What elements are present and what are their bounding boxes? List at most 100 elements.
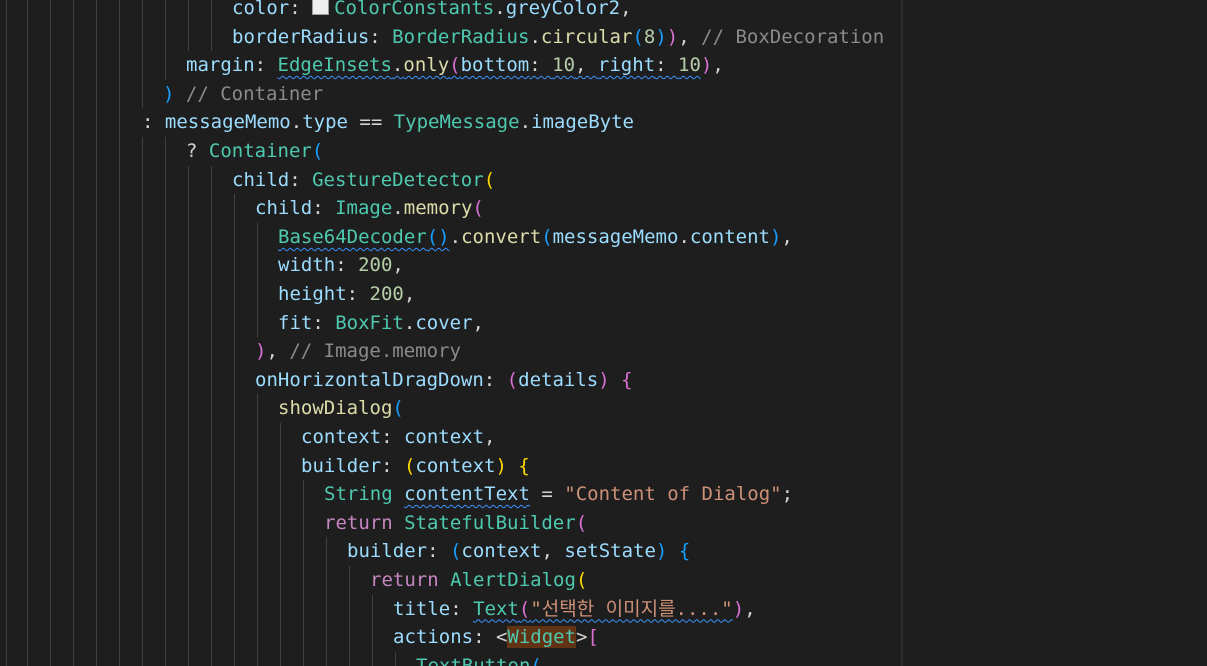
code-line[interactable]: ), // Image.memory (255, 337, 461, 366)
indent-guide (142, 423, 143, 452)
code-line[interactable]: child: GestureDetector( (232, 166, 495, 195)
code-token: . (678, 225, 690, 248)
indent-guide (211, 537, 212, 566)
code-token: child (255, 197, 313, 220)
code-token: : (655, 54, 678, 77)
indent-guide (257, 222, 258, 252)
indent-guide (119, 508, 120, 538)
indent-guide (73, 165, 74, 195)
indent-guide (211, 423, 212, 452)
color-swatch-icon[interactable] (312, 0, 330, 15)
code-token: ( (403, 454, 416, 477)
code-line[interactable]: return AlertDialog( (370, 566, 587, 595)
indent-guide (165, 623, 166, 652)
code-token: . (529, 25, 541, 48)
indent-guide (50, 280, 51, 309)
code-line[interactable]: String contentText = "Content of Dialog"… (324, 480, 793, 509)
code-token: return (370, 569, 439, 591)
indent-guide (280, 566, 281, 595)
indent-guide (27, 137, 28, 166)
code-line[interactable]: margin: EdgeInsets.only(bottom: 10, righ… (186, 51, 724, 80)
code-token: ( (472, 197, 484, 220)
code-line[interactable]: builder: (context) { (301, 452, 530, 481)
code-line[interactable]: Base64Decoder().convert(messageMemo.cont… (278, 223, 793, 252)
indent-guide (27, 365, 28, 395)
indent-guide (234, 480, 235, 509)
indent-guide (165, 22, 166, 52)
indent-guide (211, 222, 212, 252)
indent-guide (50, 222, 51, 252)
indent-guide (142, 623, 143, 652)
indent-guide (234, 251, 235, 280)
code-line[interactable]: ? Container( (186, 137, 323, 166)
code-line[interactable]: borderRadius: BorderRadius.circular(8)),… (232, 23, 884, 52)
indent-guide (234, 508, 235, 538)
code-token: ColorConstants (334, 0, 495, 19)
indent-guide (303, 480, 304, 509)
indent-guide (142, 594, 143, 624)
indent-guide (50, 337, 51, 366)
indent-guide (211, 194, 212, 223)
code-line[interactable]: builder: (context, setState) { (347, 537, 690, 566)
indent-guide (96, 623, 97, 652)
code-line[interactable]: ) // Container (163, 80, 323, 109)
indent-guide (27, 594, 28, 624)
code-editor[interactable]: color: ColorConstants.greyColor2, borderR… (0, 0, 1207, 666)
code-line[interactable]: showDialog( (278, 394, 404, 423)
indent-guide (96, 451, 97, 481)
indent-guide (372, 623, 373, 652)
code-token: builder (301, 454, 382, 477)
code-line[interactable]: height: 200, (278, 280, 415, 309)
indent-guide (257, 251, 258, 280)
indent-guide (211, 22, 212, 52)
indent-guide (119, 79, 120, 109)
code-token: "선택한 이미지를...." (530, 597, 733, 620)
indent-guide (211, 594, 212, 624)
indent-guide (73, 423, 74, 452)
code-line[interactable]: fit: BoxFit.cover, (278, 309, 484, 338)
code-token: , (744, 597, 756, 620)
code-token: ( (575, 569, 588, 591)
indent-guide (50, 51, 51, 80)
code-token: color (232, 0, 290, 19)
indent-guide (96, 137, 97, 166)
code-line[interactable]: TextButton( (416, 652, 542, 666)
code-token: : (346, 283, 370, 305)
code-token: , (781, 225, 793, 248)
code-token: ( (541, 225, 553, 248)
indent-guide (119, 451, 120, 481)
indent-guide (257, 537, 258, 566)
indent-guide (27, 537, 28, 566)
indent-guide (50, 308, 51, 338)
indent-guide (27, 194, 28, 223)
code-token: ) (700, 54, 713, 77)
code-line[interactable]: child: Image.memory( (255, 194, 484, 223)
indent-guide (165, 165, 166, 195)
code-line[interactable]: onHorizontalDragDown: (details) { (255, 366, 633, 395)
indent-guide (211, 623, 212, 652)
indent-guide (257, 623, 258, 652)
indent-guide (6, 566, 7, 595)
indent-guide (142, 194, 143, 223)
indent-guide (165, 508, 166, 538)
code-line[interactable]: return StatefulBuilder( (324, 509, 587, 538)
indent-guide (188, 480, 189, 509)
indent-guide (50, 451, 51, 481)
indent-guide (6, 0, 7, 23)
code-line[interactable]: title: Text("선택한 이미지를...."), (393, 595, 756, 624)
indent-guide (165, 451, 166, 481)
code-line[interactable]: context: context, (301, 423, 496, 452)
indent-guide (96, 537, 97, 566)
code-line[interactable]: : messageMemo.type == TypeMessage.imageB… (142, 108, 634, 137)
indent-guide (188, 594, 189, 624)
indent-guide (73, 108, 74, 137)
code-line[interactable]: width: 200, (278, 251, 404, 280)
code-line[interactable]: actions: <Widget>[ (393, 623, 599, 652)
indent-guide (119, 594, 120, 624)
indent-guide (349, 594, 350, 624)
indent-guide (280, 480, 281, 509)
indent-guide (257, 651, 258, 666)
code-line[interactable]: color: ColorConstants.greyColor2, (232, 0, 632, 23)
indent-guide (234, 566, 235, 595)
